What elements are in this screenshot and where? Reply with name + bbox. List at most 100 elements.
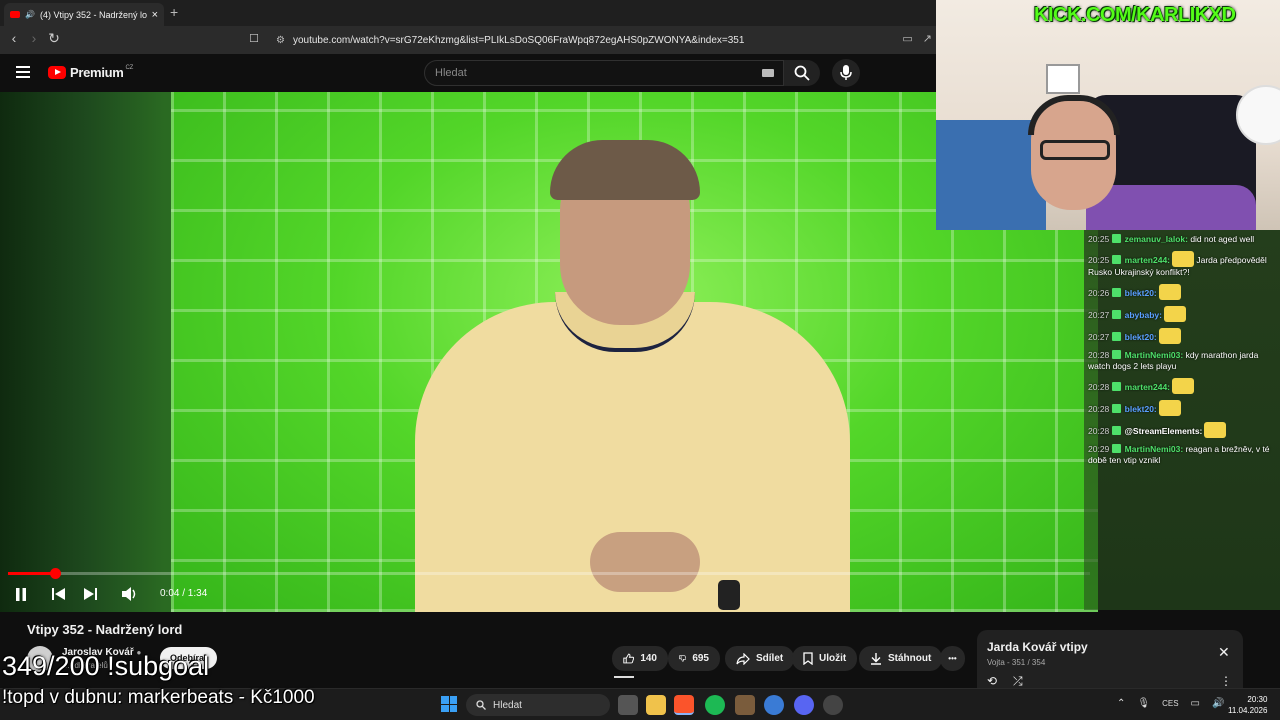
chat-timestamp: 20:27 bbox=[1088, 332, 1112, 342]
playlist-title[interactable]: Jarda Kovář vtipy bbox=[987, 640, 1233, 654]
more-actions-button[interactable]: ••• bbox=[940, 646, 965, 671]
chat-timestamp: 20:28 bbox=[1088, 350, 1112, 360]
video-player[interactable]: 0:04 / 1:34 bbox=[0, 92, 1098, 612]
search-input[interactable]: Hledat bbox=[424, 60, 784, 86]
loop-icon[interactable]: ⟲ bbox=[987, 674, 997, 688]
chat-username[interactable]: MartinNemi03: bbox=[1125, 350, 1184, 360]
chat-username[interactable]: blekt20: bbox=[1125, 332, 1157, 342]
menu-icon[interactable] bbox=[16, 66, 30, 78]
chat-emote-icon bbox=[1204, 422, 1227, 438]
tab-close-button[interactable]: × bbox=[152, 9, 158, 21]
pause-button[interactable] bbox=[9, 585, 33, 603]
chat-emote-icon bbox=[1172, 378, 1194, 394]
chat-message: 20:25 marten244: Jarda předpověděl Rusko… bbox=[1088, 251, 1276, 278]
chat-emote-icon bbox=[1172, 251, 1194, 267]
chat-username[interactable]: zemanuv_lalok: bbox=[1125, 234, 1188, 244]
save-button[interactable]: Uložit bbox=[792, 646, 858, 671]
chat-timestamp: 20:28 bbox=[1088, 382, 1112, 392]
previous-button[interactable] bbox=[46, 585, 70, 603]
playlist-menu-icon[interactable]: ⋮ bbox=[1220, 674, 1232, 688]
discord-icon[interactable] bbox=[794, 695, 814, 715]
chat-message: 20:28 marten244: bbox=[1088, 378, 1276, 394]
share-arrow-icon bbox=[736, 652, 750, 665]
voice-search-button[interactable] bbox=[832, 59, 860, 87]
progress-scrubber[interactable] bbox=[49, 568, 61, 579]
kick-channel-banner: KICK.COM/KARLIKXD bbox=[1034, 4, 1236, 26]
download-label: Stáhnout bbox=[888, 653, 932, 664]
chat-username[interactable]: marten244: bbox=[1125, 382, 1170, 392]
chat-username[interactable]: @StreamElements: bbox=[1125, 426, 1203, 436]
site-info-icon[interactable]: ⚙ bbox=[276, 35, 285, 46]
chat-badge-icon bbox=[1111, 350, 1121, 359]
notepad-icon[interactable] bbox=[735, 695, 755, 715]
chat-username[interactable]: blekt20: bbox=[1125, 404, 1157, 414]
search-icon bbox=[794, 65, 810, 81]
chat-message: 20:27 blekt20: bbox=[1088, 328, 1276, 344]
speaker-tray-icon[interactable]: 🔊 bbox=[1212, 698, 1224, 709]
bookmark-icon[interactable]: ☐ bbox=[244, 32, 264, 45]
like-count: 140 bbox=[640, 653, 657, 664]
progress-bar[interactable] bbox=[8, 568, 1090, 579]
chat-username[interactable]: MartinNemi03: bbox=[1125, 444, 1184, 454]
app-icon[interactable] bbox=[764, 695, 784, 715]
chat-username[interactable]: blekt20: bbox=[1125, 288, 1157, 298]
presenter-hands bbox=[590, 532, 700, 592]
system-tray: ⌃ 🎙 CES ▭ 🔊 bbox=[1117, 698, 1224, 709]
microphone-tray-icon[interactable]: 🎙 bbox=[1137, 698, 1150, 709]
chat-badge-icon bbox=[1111, 255, 1121, 264]
address-bar[interactable]: ⚙ youtube.com/watch?v=srG72eKhzmg&list=P… bbox=[270, 29, 890, 51]
youtube-logo-icon bbox=[48, 66, 66, 79]
task-view-icon[interactable] bbox=[618, 695, 638, 715]
share-button[interactable]: Sdílet bbox=[725, 646, 795, 671]
tray-overflow-icon[interactable]: ⌃ bbox=[1117, 698, 1125, 709]
shuffle-icon[interactable]: ⤮ bbox=[1013, 674, 1023, 689]
taskbar-search[interactable]: Hledat bbox=[466, 694, 610, 716]
volume-button[interactable] bbox=[118, 585, 142, 603]
logo-text: Premium bbox=[70, 65, 124, 80]
bookmark-save-icon bbox=[803, 652, 813, 665]
chat-username[interactable]: marten244: bbox=[1125, 255, 1170, 265]
file-explorer-icon[interactable] bbox=[646, 695, 666, 715]
chat-badge-icon bbox=[1111, 310, 1121, 319]
chat-emote-icon bbox=[1158, 328, 1181, 344]
next-button[interactable] bbox=[78, 585, 102, 603]
network-icon[interactable]: ▭ bbox=[1191, 698, 1200, 709]
tab-title: (4) Vtipy 352 - Nadržený lord bbox=[39, 9, 147, 20]
chat-emote-icon bbox=[1158, 400, 1181, 416]
search-button[interactable] bbox=[784, 60, 820, 86]
stream-chat: 20:25 zemanuv_lalok: did not aged well 20… bbox=[1084, 230, 1280, 610]
youtube-header: Premium CZ Hledat bbox=[0, 54, 936, 92]
chat-timestamp: 20:25 bbox=[1088, 234, 1112, 244]
spotify-icon[interactable] bbox=[705, 695, 725, 715]
chat-timestamp: 20:28 bbox=[1088, 404, 1112, 414]
share-icon[interactable]: ↗ bbox=[923, 32, 932, 45]
youtube-premium-logo[interactable]: Premium CZ bbox=[48, 65, 133, 80]
forward-icon[interactable]: › bbox=[24, 30, 44, 46]
brave-browser-icon[interactable] bbox=[674, 695, 694, 715]
chat-username[interactable]: abybaby: bbox=[1125, 310, 1162, 320]
like-button[interactable]: 140 bbox=[612, 646, 668, 671]
new-tab-button[interactable]: + bbox=[170, 4, 178, 20]
language-indicator[interactable]: CES bbox=[1162, 699, 1178, 708]
cast-icon[interactable]: ▭ bbox=[902, 32, 912, 45]
keyboard-icon[interactable] bbox=[762, 69, 774, 77]
progress-played bbox=[8, 572, 55, 575]
playlist-close-button[interactable]: ✕ bbox=[1218, 644, 1230, 661]
wall-picture bbox=[1046, 64, 1080, 94]
clock-date: 11.04.2026 bbox=[1228, 706, 1268, 715]
download-button[interactable]: Stáhnout bbox=[859, 646, 943, 671]
chat-badge-icon bbox=[1111, 426, 1121, 435]
chat-timestamp: 20:26 bbox=[1088, 288, 1112, 298]
chat-message: 20:28 blekt20: bbox=[1088, 400, 1276, 416]
reload-icon[interactable]: ↻ bbox=[44, 30, 64, 47]
microphone-icon bbox=[840, 65, 852, 80]
speaker-icon: 🔊 bbox=[25, 10, 35, 19]
back-icon[interactable]: ‹ bbox=[4, 30, 24, 46]
dislike-button[interactable]: 695 bbox=[668, 646, 720, 671]
windows-start-icon[interactable] bbox=[441, 696, 457, 712]
chat-emote-icon bbox=[1158, 284, 1181, 300]
clock[interactable]: 20:30 11.04.2026 bbox=[1228, 694, 1267, 716]
chat-timestamp: 20:28 bbox=[1088, 426, 1112, 436]
obs-icon[interactable] bbox=[823, 695, 843, 715]
browser-tab[interactable]: 🔊 (4) Vtipy 352 - Nadržený lord × bbox=[4, 3, 164, 26]
